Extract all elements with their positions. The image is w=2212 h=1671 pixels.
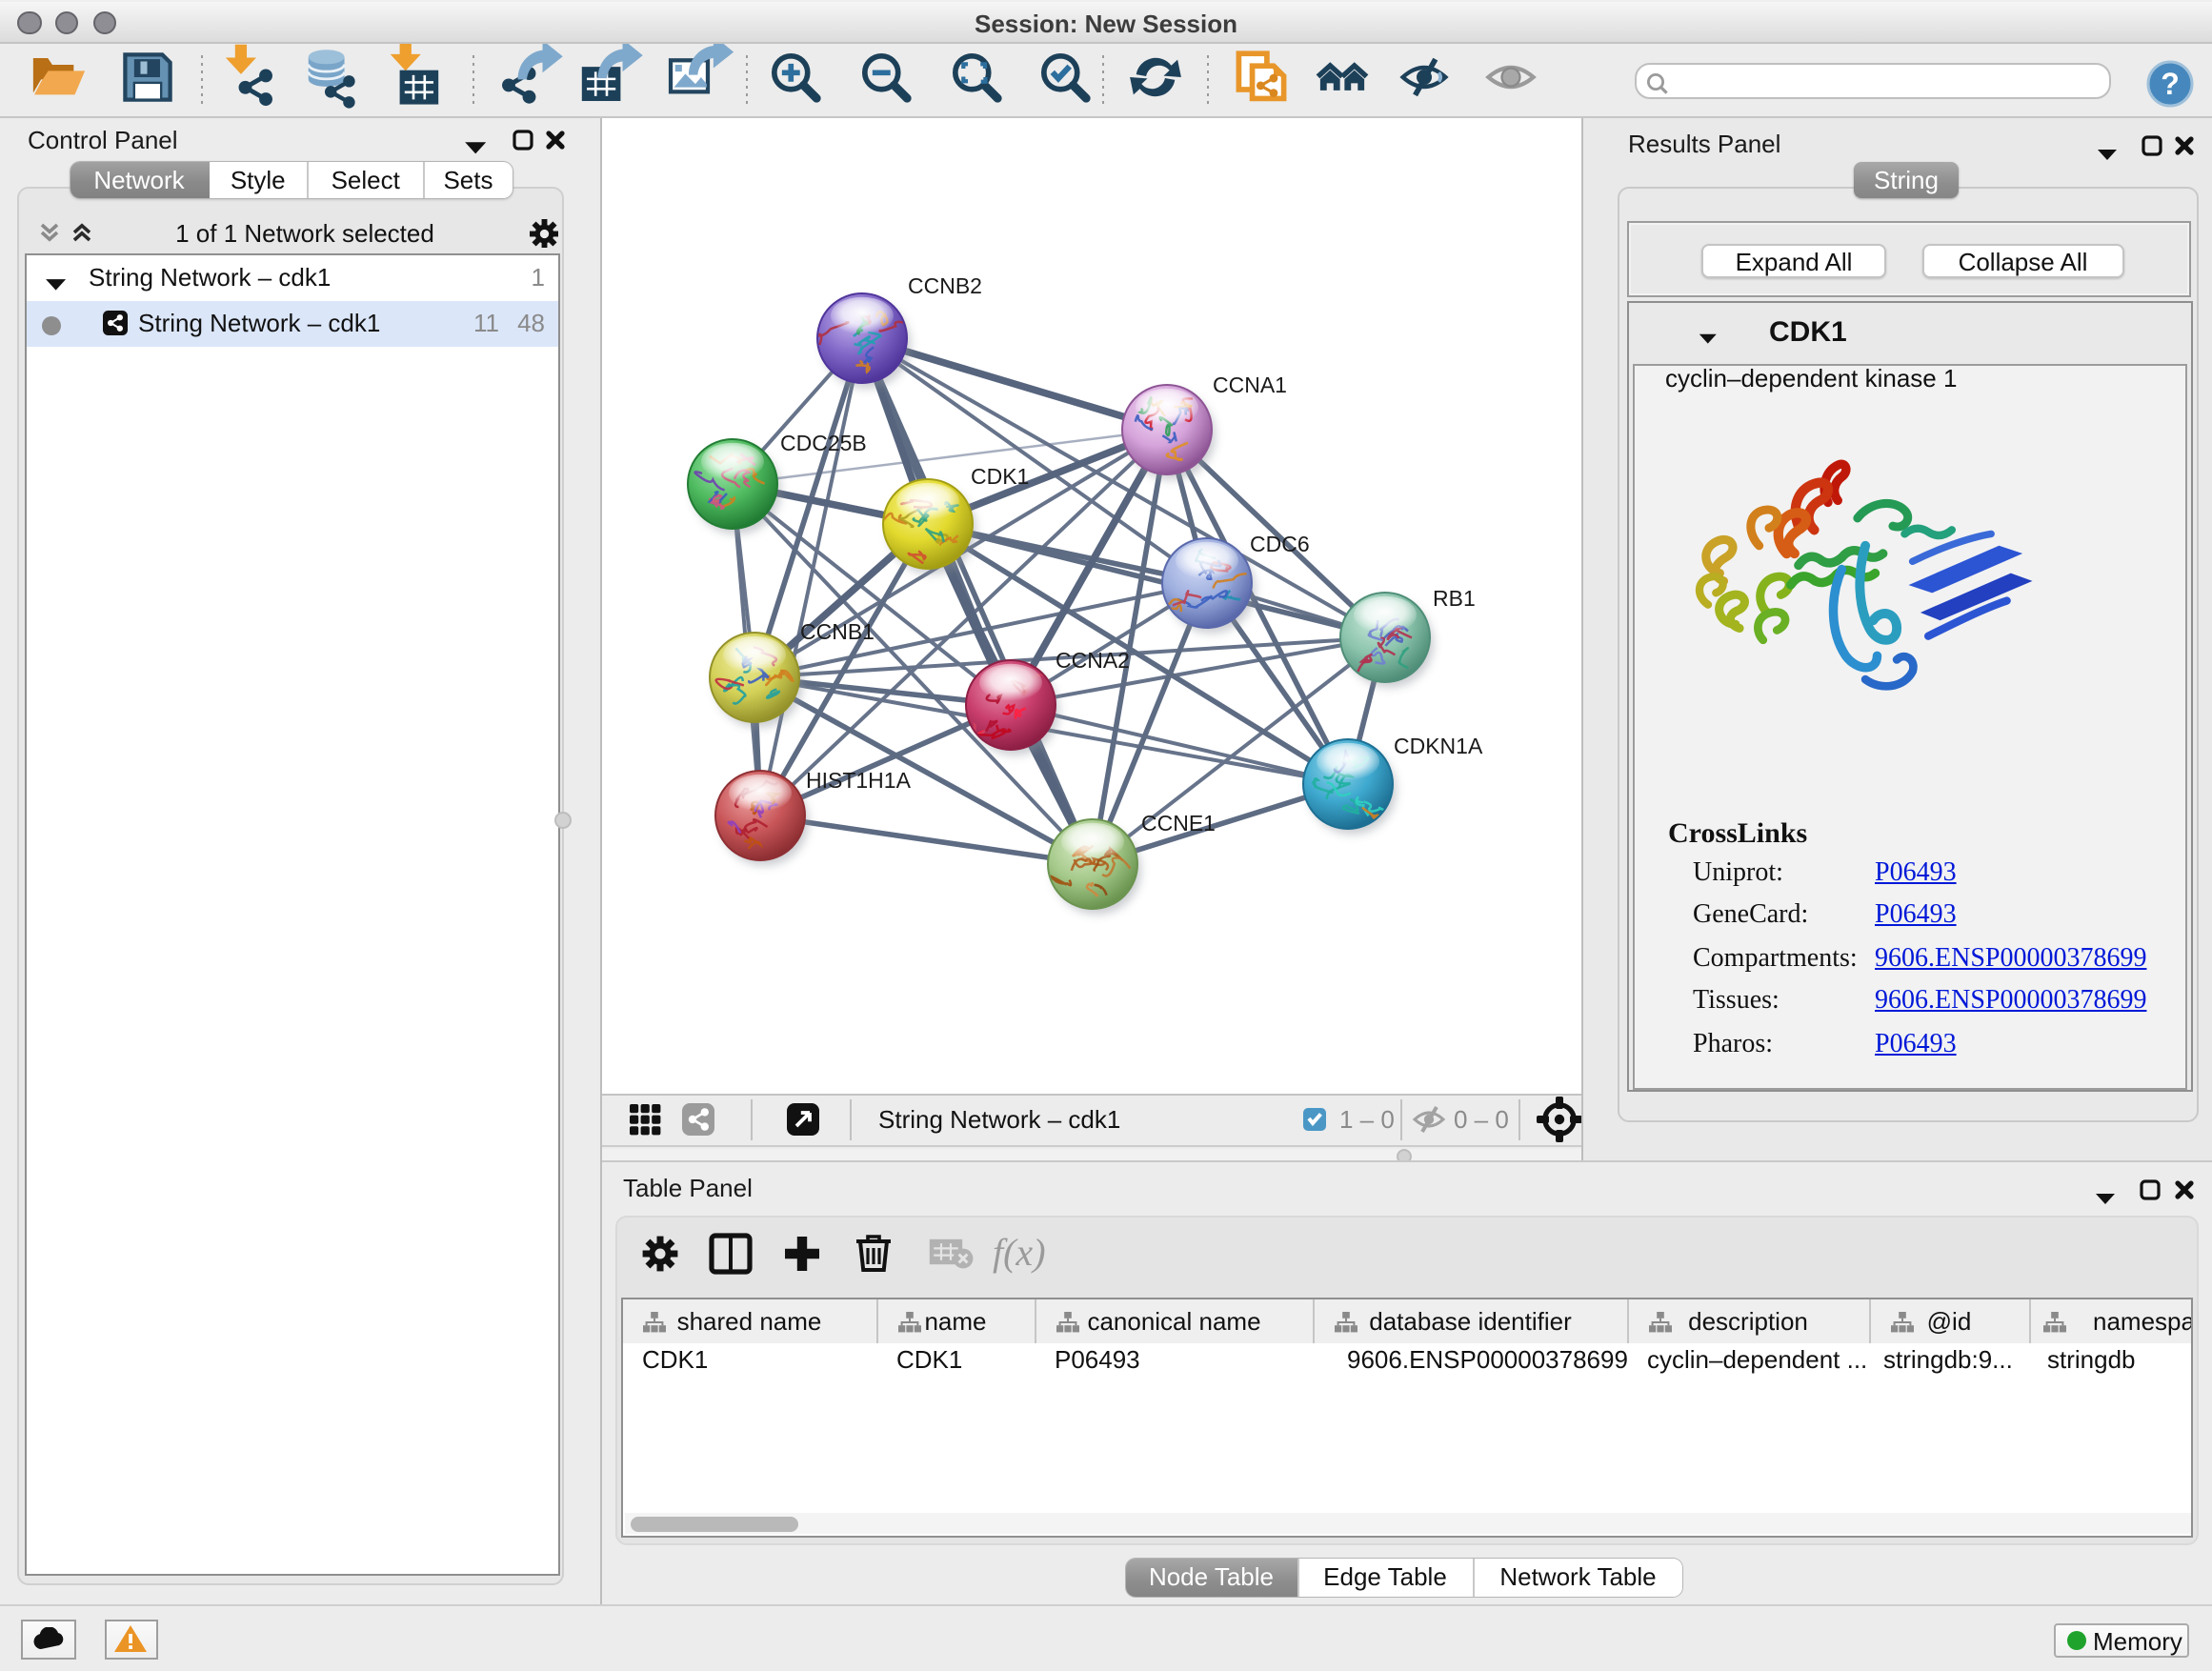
svg-text:HIST1H1A: HIST1H1A xyxy=(805,768,911,793)
svg-text:f(x): f(x) xyxy=(992,1231,1045,1274)
svg-text:RB1: RB1 xyxy=(1432,586,1475,611)
svg-text:CCNB1: CCNB1 xyxy=(799,619,874,644)
svg-text:String Network – cdk1: String Network – cdk1 xyxy=(877,1105,1119,1134)
svg-text:CDC25B: CDC25B xyxy=(779,431,866,455)
svg-text:CDK1: CDK1 xyxy=(970,464,1028,489)
svg-text:?: ? xyxy=(2161,67,2180,101)
svg-text:CCNA2: CCNA2 xyxy=(1055,648,1129,673)
svg-text:1 – 0: 1 – 0 xyxy=(1338,1105,1394,1134)
svg-text:0 – 0: 0 – 0 xyxy=(1453,1105,1508,1134)
svg-text:CDKN1A: CDKN1A xyxy=(1393,734,1482,758)
svg-text:CCNA1: CCNA1 xyxy=(1212,372,1286,397)
svg-text:CCNB2: CCNB2 xyxy=(907,273,981,298)
svg-text:CDC6: CDC6 xyxy=(1249,532,1309,556)
svg-text:CCNE1: CCNE1 xyxy=(1140,811,1215,836)
